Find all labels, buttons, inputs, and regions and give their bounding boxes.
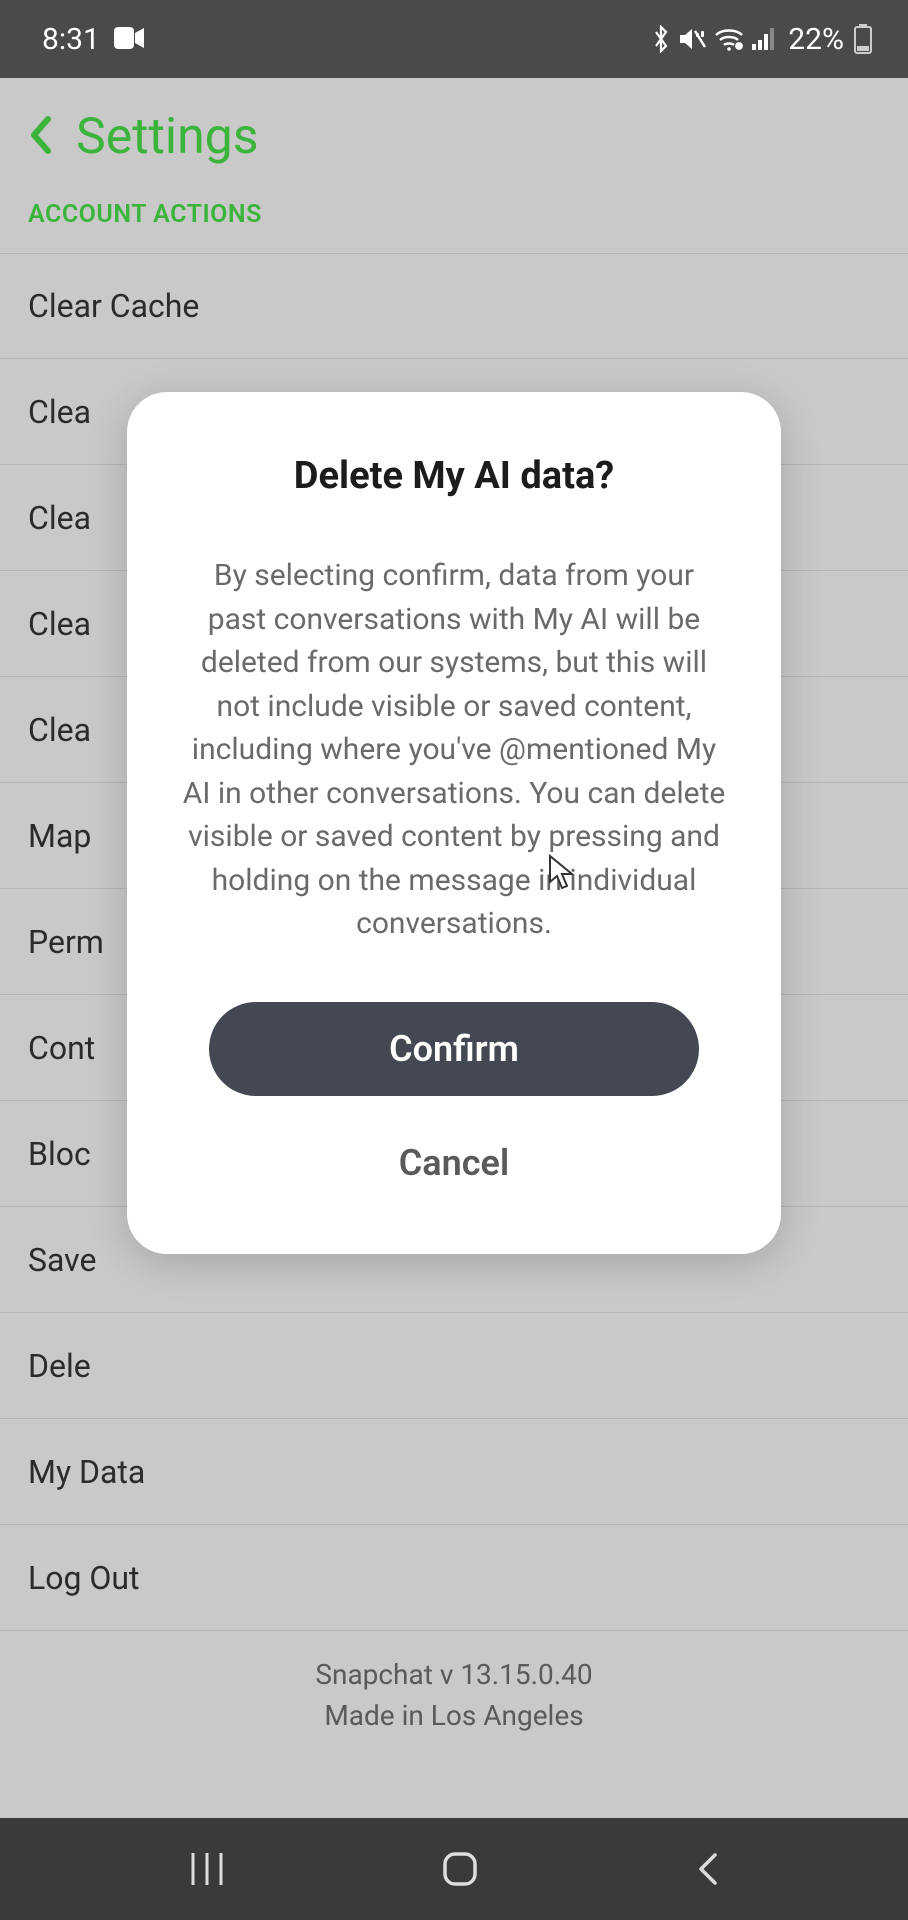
home-button[interactable] [440,1849,480,1889]
back-button[interactable] [693,1849,721,1889]
dialog-title: Delete My AI data? [181,454,727,498]
cancel-button[interactable]: Cancel [359,1132,549,1194]
modal-overlay: Delete My AI data? By selecting confirm,… [0,0,908,1920]
dialog-body: By selecting confirm, data from your pas… [181,554,727,946]
recent-apps-button[interactable] [187,1851,227,1887]
android-nav-bar [0,1818,908,1920]
delete-ai-data-dialog: Delete My AI data? By selecting confirm,… [127,392,781,1254]
confirm-button[interactable]: Confirm [209,1002,699,1096]
